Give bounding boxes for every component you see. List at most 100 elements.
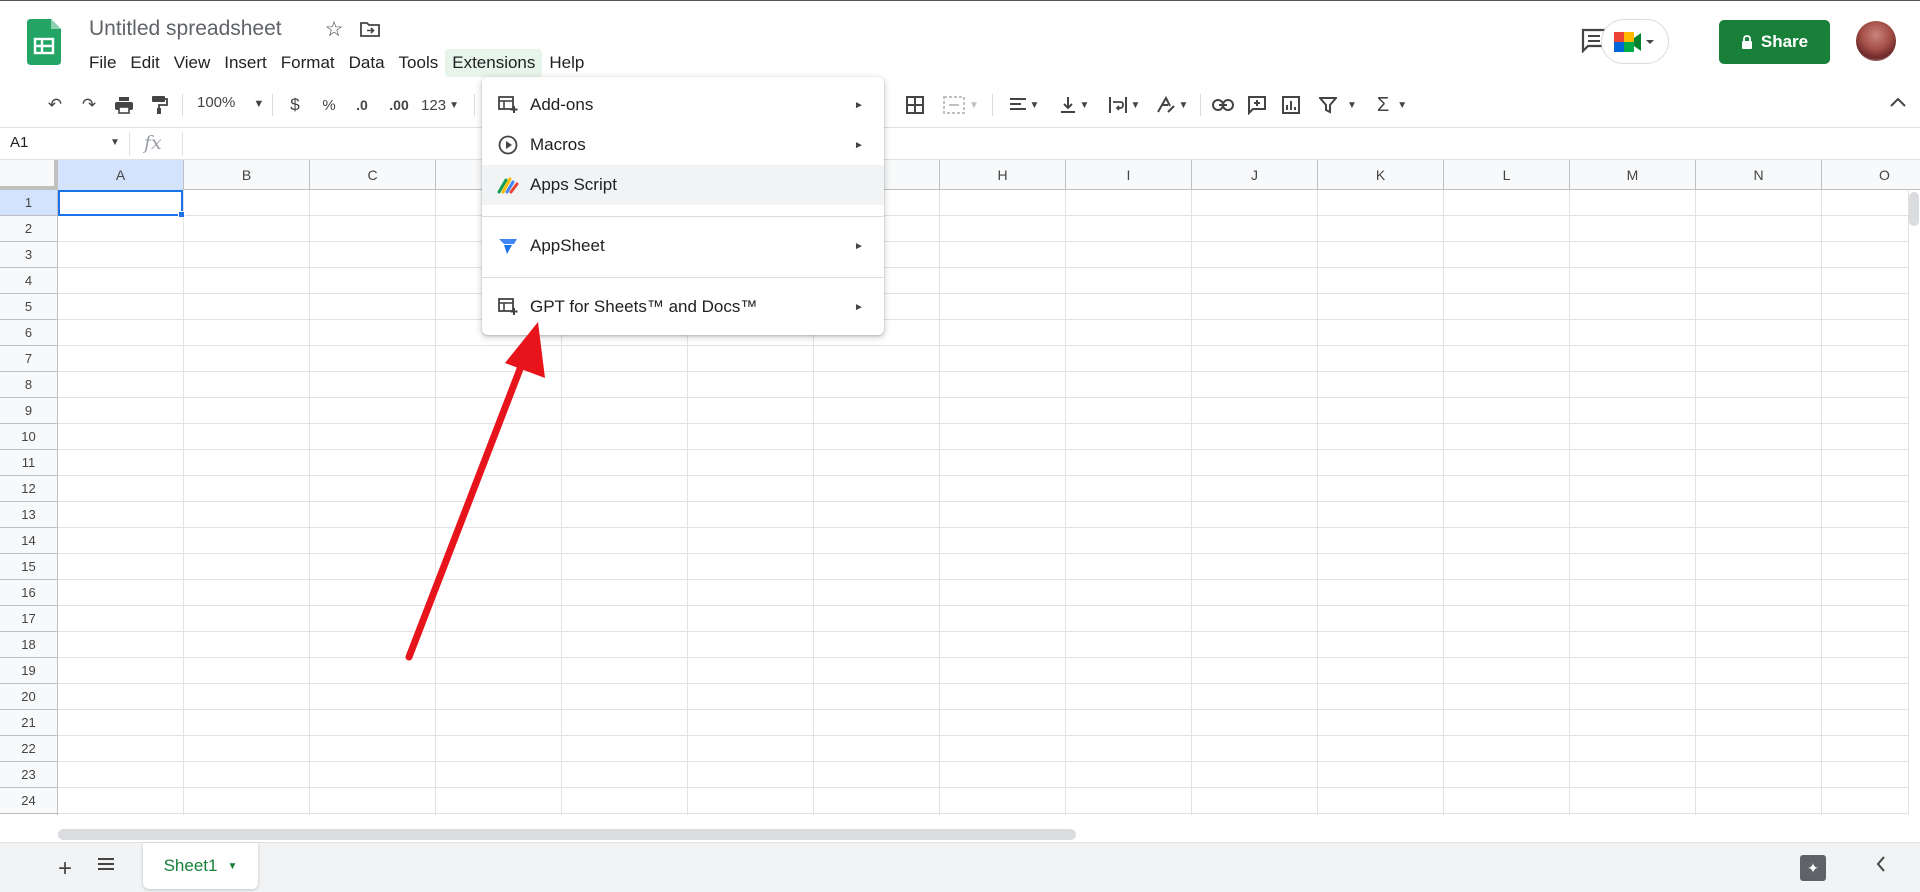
row-header-16[interactable]: 16 (0, 580, 58, 606)
row-header-6[interactable]: 6 (0, 320, 58, 346)
row-header-8[interactable]: 8 (0, 372, 58, 398)
horizontal-scroll-thumb[interactable] (58, 829, 1076, 840)
all-sheets-icon[interactable] (97, 855, 115, 878)
merge-cells-icon[interactable]: ▼ (938, 92, 984, 118)
column-header-b[interactable]: B (184, 160, 310, 190)
explore-icon[interactable]: ✦ (1800, 855, 1826, 881)
insert-link-icon[interactable] (1210, 92, 1236, 118)
menu-data[interactable]: Data (342, 49, 392, 77)
column-header-a[interactable]: A (58, 160, 184, 190)
vertical-align-icon[interactable]: ▼ (1054, 92, 1094, 118)
move-to-folder-icon[interactable] (358, 17, 382, 41)
menu-item-appsheet[interactable]: AppSheet ► (482, 226, 884, 266)
name-box[interactable]: A1 (10, 134, 120, 151)
more-formats-button[interactable]: 123 ▼ (418, 92, 462, 118)
row-header-19[interactable]: 19 (0, 658, 58, 684)
row-header-10[interactable]: 10 (0, 424, 58, 450)
meet-button[interactable] (1601, 19, 1669, 64)
row-header-15[interactable]: 15 (0, 554, 58, 580)
row-header-2[interactable]: 2 (0, 216, 58, 242)
sheet-tab-dropdown-icon[interactable]: ▼ (227, 861, 237, 872)
column-header-o[interactable]: O (1822, 160, 1920, 190)
submenu-arrow-icon: ► (854, 301, 864, 313)
fill-handle[interactable] (178, 211, 185, 218)
account-avatar[interactable] (1856, 21, 1896, 61)
zoom-select[interactable]: 100% ▼ (197, 94, 264, 111)
document-title[interactable]: Untitled spreadsheet (89, 17, 282, 41)
menu-item-add-ons[interactable]: Add-ons ► (482, 85, 884, 125)
column-header-i[interactable]: I (1066, 160, 1192, 190)
menu-file[interactable]: File (82, 49, 123, 77)
row-header-1[interactable]: 1 (0, 190, 58, 216)
menu-help[interactable]: Help (542, 49, 591, 77)
column-header-m[interactable]: M (1570, 160, 1696, 190)
horizontal-align-icon[interactable]: ▼ (1004, 92, 1044, 118)
cell-area[interactable] (58, 190, 1908, 815)
column-header-k[interactable]: K (1318, 160, 1444, 190)
menu-extensions[interactable]: Extensions (445, 49, 543, 77)
row-header-9[interactable]: 9 (0, 398, 58, 424)
text-rotation-icon[interactable]: ▼ (1152, 92, 1192, 118)
toolbar: ↶ ↷ 100%▼ $ % .0 .00 123▼ ⬩ ▼ ▼ ▼ ▼ (0, 82, 1920, 128)
selected-cell-a1[interactable] (58, 190, 183, 216)
increase-decimal-button[interactable]: .00 (384, 92, 414, 118)
row-header-20[interactable]: 20 (0, 684, 58, 710)
row-header-7[interactable]: 7 (0, 346, 58, 372)
spreadsheet-grid[interactable]: ABCDEFGHIJKLMNO 123456789101112131415161… (0, 160, 1920, 815)
column-header-h[interactable]: H (940, 160, 1066, 190)
currency-format-button[interactable]: $ (286, 92, 304, 118)
sheets-logo-icon[interactable] (27, 19, 61, 65)
row-header-5[interactable]: 5 (0, 294, 58, 320)
sheet-tab-sheet1[interactable]: Sheet1 ▼ (143, 843, 258, 889)
paint-format-icon[interactable] (146, 92, 172, 118)
row-header-22[interactable]: 22 (0, 736, 58, 762)
column-header-j[interactable]: J (1192, 160, 1318, 190)
share-button[interactable]: Share (1719, 20, 1830, 64)
row-header-21[interactable]: 21 (0, 710, 58, 736)
redo-icon[interactable]: ↷ (76, 92, 102, 118)
row-header-25[interactable]: 25 (0, 814, 58, 815)
row-header-23[interactable]: 23 (0, 762, 58, 788)
side-panel-toggle-icon[interactable] (1876, 855, 1886, 878)
row-header-18[interactable]: 18 (0, 632, 58, 658)
functions-icon[interactable]: Σ ▼ (1370, 92, 1414, 118)
menu-insert[interactable]: Insert (217, 49, 274, 77)
star-icon[interactable]: ☆ (322, 17, 346, 41)
menu-tools[interactable]: Tools (392, 49, 446, 77)
row-header-24[interactable]: 24 (0, 788, 58, 814)
row-header-13[interactable]: 13 (0, 502, 58, 528)
column-header-c[interactable]: C (310, 160, 436, 190)
column-header-n[interactable]: N (1696, 160, 1822, 190)
insert-comment-icon[interactable] (1244, 92, 1270, 118)
percent-format-button[interactable]: % (318, 92, 340, 118)
filter-icon[interactable]: ▼ (1316, 92, 1360, 118)
row-header-17[interactable]: 17 (0, 606, 58, 632)
row-header-12[interactable]: 12 (0, 476, 58, 502)
row-header-3[interactable]: 3 (0, 242, 58, 268)
menu-item-macros[interactable]: Macros ► (482, 125, 884, 165)
sheet-tab-bar: + Sheet1 ▼ ✦ (0, 842, 1920, 892)
menu-format[interactable]: Format (274, 49, 342, 77)
row-header-11[interactable]: 11 (0, 450, 58, 476)
collapse-toolbar-icon[interactable] (1890, 94, 1906, 112)
borders-icon[interactable] (902, 92, 928, 118)
text-wrapping-icon[interactable]: ▼ (1104, 92, 1144, 118)
column-header-l[interactable]: L (1444, 160, 1570, 190)
submenu-arrow-icon: ► (854, 139, 864, 151)
menu-edit[interactable]: Edit (123, 49, 166, 77)
menu-view[interactable]: View (167, 49, 218, 77)
menu-item-apps-script[interactable]: Apps Script (482, 165, 884, 205)
menu-item-gpt-for-sheets[interactable]: GPT for Sheets™ and Docs™ ► (482, 287, 884, 327)
name-box-dropdown-icon[interactable]: ▼ (110, 137, 120, 148)
print-icon[interactable] (111, 92, 137, 118)
insert-chart-icon[interactable] (1278, 92, 1304, 118)
undo-icon[interactable]: ↶ (42, 92, 68, 118)
select-all-corner[interactable] (0, 160, 58, 190)
vertical-scrollbar[interactable] (1908, 190, 1920, 815)
decrease-decimal-button[interactable]: .0 (350, 92, 374, 118)
row-header-14[interactable]: 14 (0, 528, 58, 554)
apps-script-label: Apps Script (530, 175, 617, 194)
row-header-4[interactable]: 4 (0, 268, 58, 294)
vertical-scroll-thumb[interactable] (1909, 192, 1919, 226)
add-sheet-icon[interactable]: + (58, 855, 72, 883)
